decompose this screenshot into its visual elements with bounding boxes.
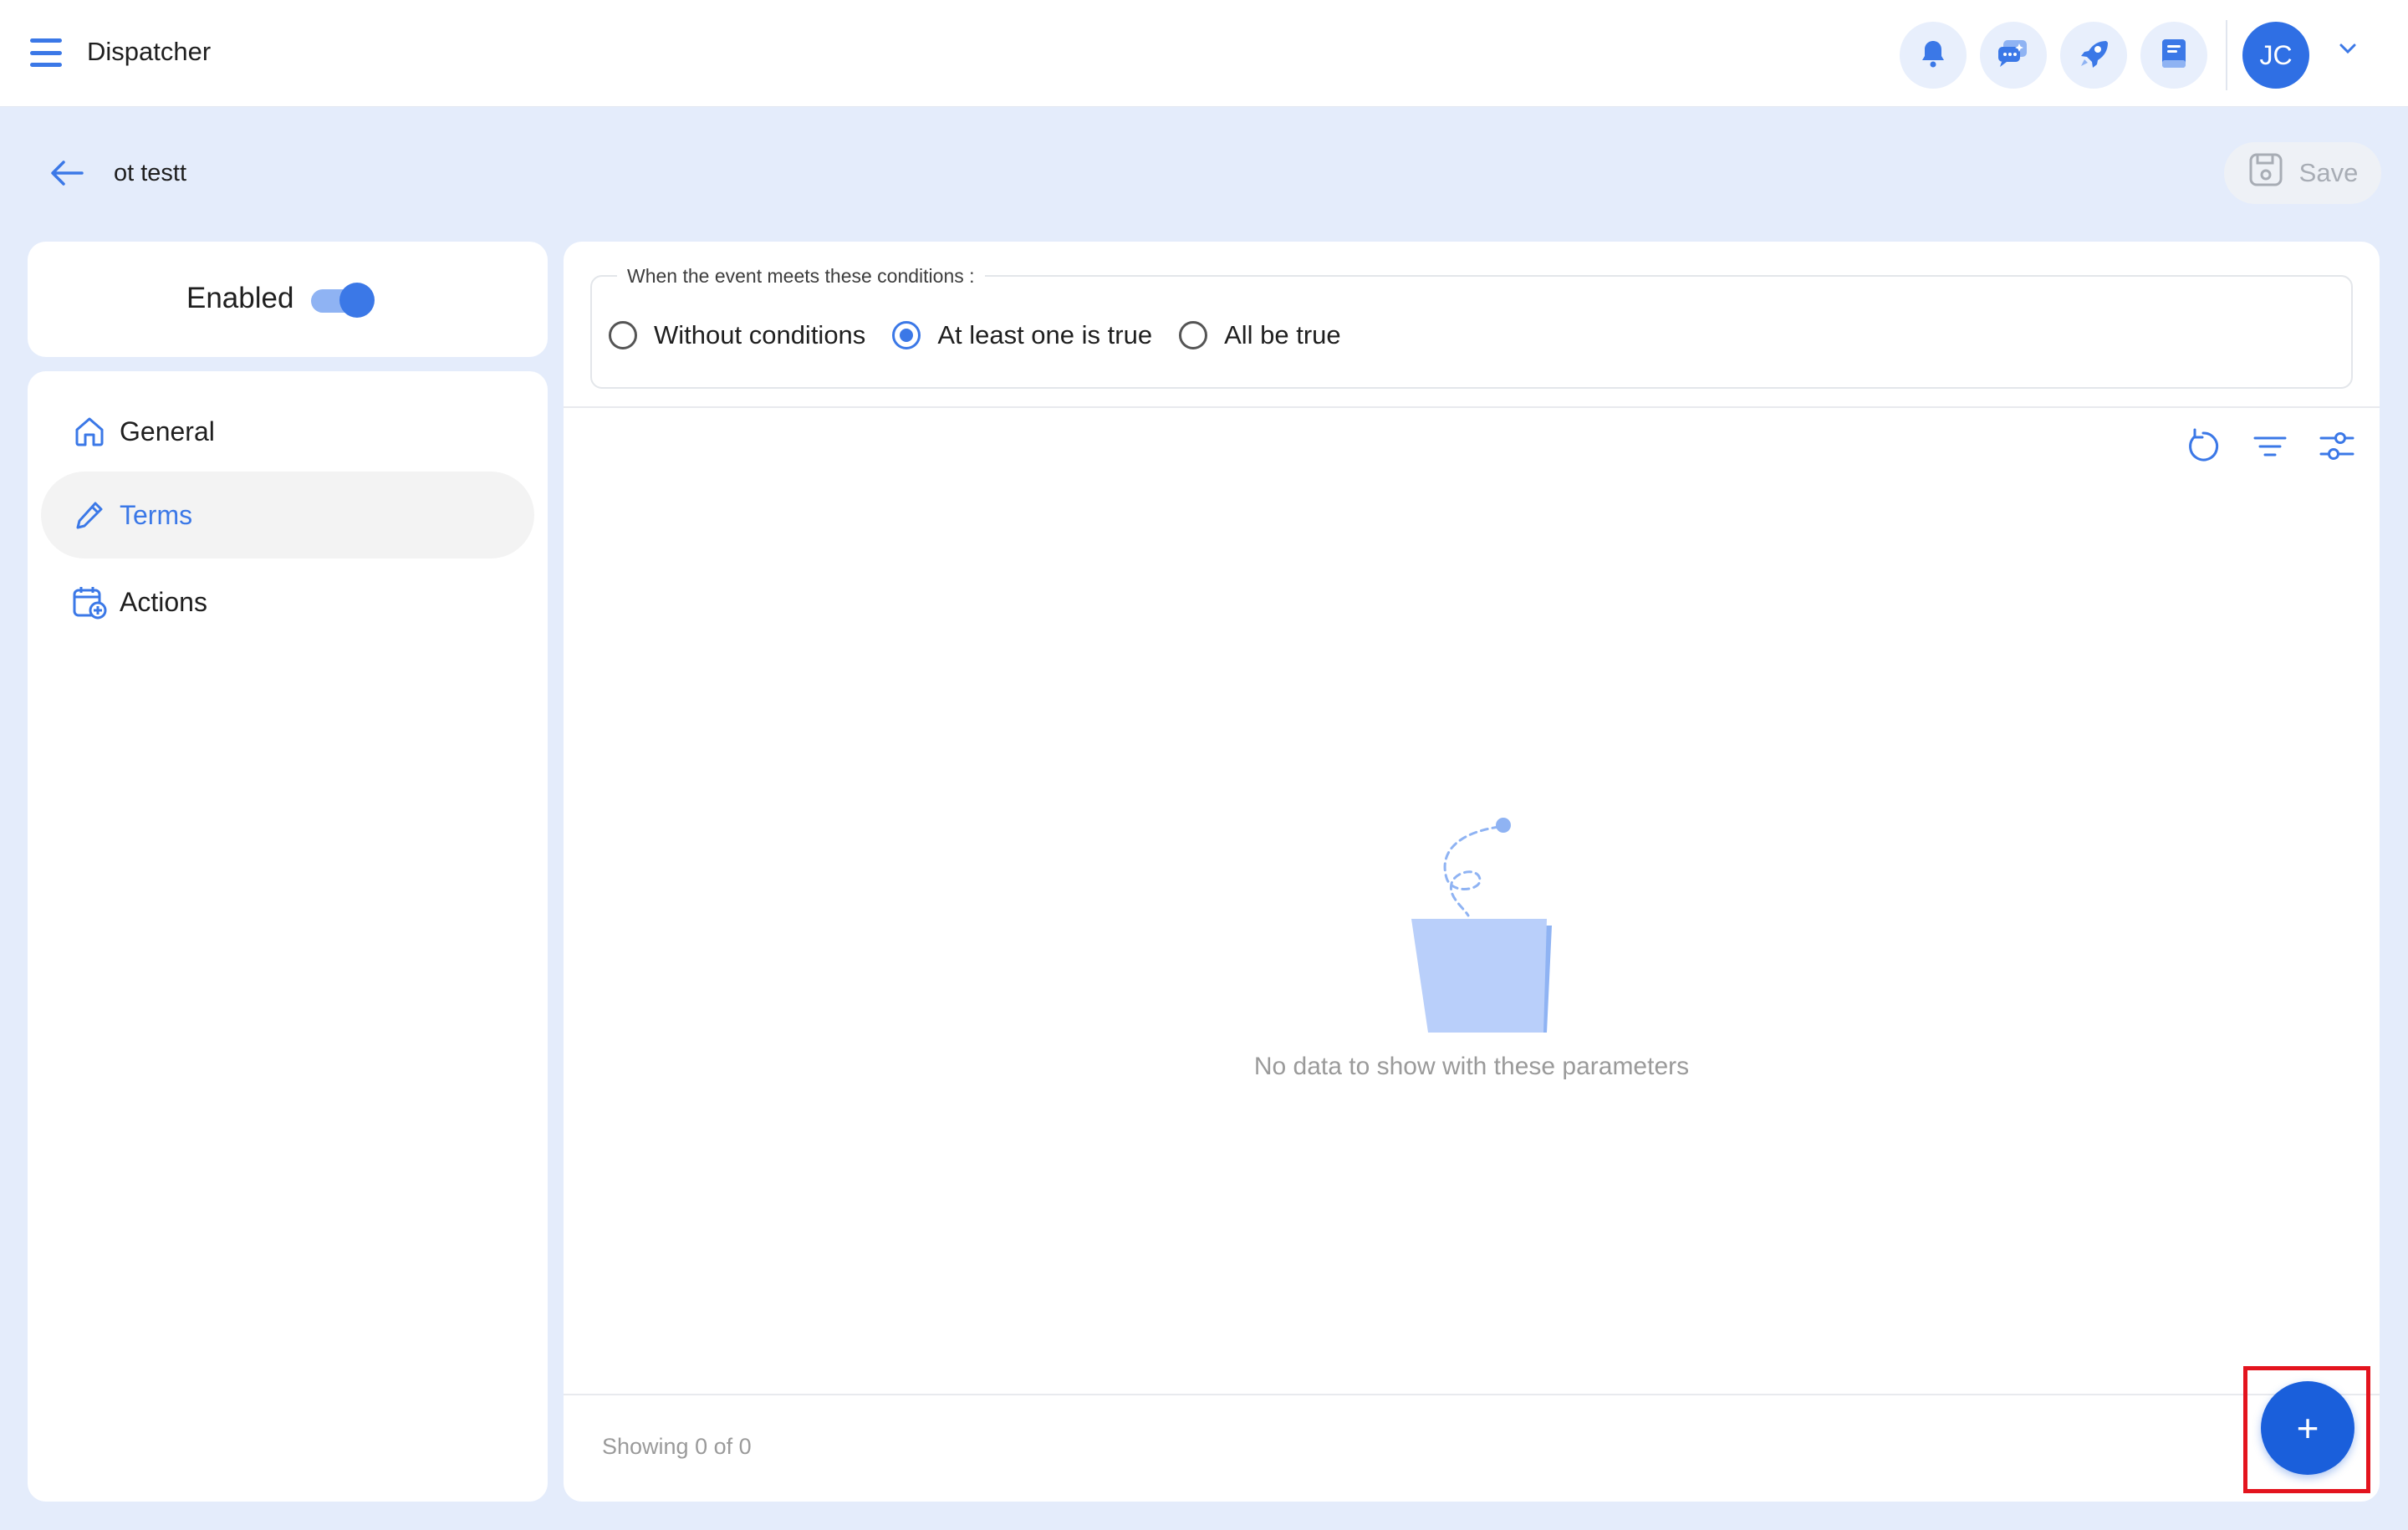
terms-panel: When the event meets these conditions : …: [564, 242, 2380, 1502]
enabled-card: Enabled: [28, 242, 548, 357]
add-term-button[interactable]: +: [2261, 1381, 2354, 1475]
save-label: Save: [2298, 158, 2359, 187]
conditions-legend: When the event meets these conditions :: [617, 265, 985, 288]
settings-sliders-icon[interactable]: [2318, 427, 2356, 466]
radio-all-be-true[interactable]: All be true: [1179, 320, 1341, 350]
chevron-down-icon[interactable]: [2338, 42, 2358, 59]
radio-label: At least one is true: [937, 320, 1153, 349]
pagination-info: Showing 0 of 0: [602, 1434, 752, 1459]
page-title: ot testt: [114, 160, 187, 186]
rocket-icon: [2078, 38, 2110, 74]
save-button[interactable]: Save: [2224, 142, 2381, 204]
launch-button[interactable]: [2060, 22, 2127, 89]
radio-circle: [892, 321, 921, 349]
divider: [564, 406, 2380, 408]
chat-sparkle-icon: [1997, 38, 2030, 73]
toggle-knob: [339, 283, 375, 318]
conditions-radio-group: Without conditions At least one is true …: [609, 320, 1368, 350]
empty-state-text: No data to show with these parameters: [1253, 1053, 1690, 1080]
sidebar-item-label: Actions: [120, 586, 207, 617]
table-toolbar: [2184, 427, 2356, 466]
sidebar-item-terms[interactable]: Terms: [41, 472, 534, 558]
radio-at-least-one[interactable]: At least one is true: [892, 320, 1152, 350]
sidebar-nav: General Terms Actions: [28, 371, 548, 1502]
empty-folder-icon: [1380, 815, 1584, 1037]
top-icons: JC: [1886, 20, 2309, 90]
notes-icon: [2161, 38, 2187, 74]
back-arrow-icon[interactable]: [48, 159, 85, 191]
sidebar-item-general[interactable]: General: [41, 388, 534, 475]
radio-label: Without conditions: [654, 320, 866, 349]
chat-button[interactable]: [1980, 22, 2047, 89]
sidebar-item-label: General: [120, 416, 215, 446]
bell-icon: [1919, 38, 1947, 73]
refresh-icon[interactable]: [2184, 427, 2222, 466]
menu-icon[interactable]: [30, 38, 62, 67]
footer-divider: [564, 1394, 2380, 1395]
radio-without-conditions[interactable]: Without conditions: [609, 320, 865, 350]
enabled-toggle[interactable]: [311, 283, 375, 318]
avatar[interactable]: JC: [2242, 22, 2309, 89]
sidebar-item-actions[interactable]: Actions: [41, 558, 534, 645]
radio-label: All be true: [1224, 320, 1341, 349]
save-icon: [2247, 151, 2284, 195]
radio-circle: [609, 321, 637, 349]
enabled-label: Enabled: [186, 282, 294, 314]
header-divider: [2226, 20, 2227, 90]
conditions-fieldset: When the event meets these conditions : …: [590, 265, 2353, 389]
notes-button[interactable]: [2140, 22, 2207, 89]
app-title: Dispatcher: [87, 37, 212, 66]
pencil-icon: [69, 495, 110, 535]
sidebar-item-label: Terms: [120, 499, 193, 530]
home-icon: [69, 411, 110, 451]
notifications-button[interactable]: [1900, 22, 1967, 89]
top-bar: Dispatcher JC: [0, 0, 2408, 107]
calendar-add-icon: [69, 582, 110, 622]
filter-icon[interactable]: [2251, 427, 2289, 466]
radio-circle: [1179, 321, 1208, 349]
